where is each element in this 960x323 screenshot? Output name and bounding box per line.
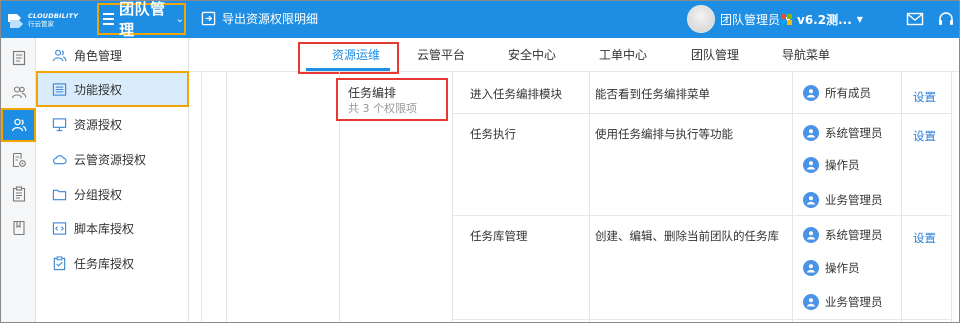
role-user-icon xyxy=(803,157,819,173)
role-name: 业务管理员 xyxy=(825,193,883,207)
sidebar: 角色管理 功能授权 资源授权 云管资源授权 分组授权 脚本库授权 任务库授权 xyxy=(36,38,189,322)
app-window: CLOUDBILITY 行云管家 团队管理 ⌄ 导出资源权限明细 团队管理员 ▼ xyxy=(0,0,960,323)
export-button[interactable]: 导出资源权限明细 xyxy=(201,10,318,27)
role-item: 系统管理员 xyxy=(803,125,883,141)
task-icon xyxy=(53,255,66,270)
role-user-icon xyxy=(803,227,819,243)
settings-doc-icon xyxy=(12,152,26,168)
tab-security[interactable]: 安全中心 xyxy=(492,38,572,72)
headset-icon[interactable] xyxy=(937,11,955,27)
tab-team-mgmt[interactable]: 团队管理 xyxy=(675,38,755,72)
role-name: 系统管理员 xyxy=(825,228,883,242)
sidebar-item-label: 功能授权 xyxy=(74,82,123,97)
rail-clipboard[interactable] xyxy=(1,177,36,211)
role-item: 所有成员 xyxy=(803,85,871,101)
settings-link[interactable]: 设置 xyxy=(913,128,936,144)
role-user-icon xyxy=(803,294,819,310)
icon-rail xyxy=(1,38,36,322)
permission-name: 任务库管理 xyxy=(470,229,528,243)
menu-icon xyxy=(103,13,115,25)
caret-down-icon: ▼ xyxy=(856,15,863,24)
settings-link[interactable]: 设置 xyxy=(913,89,936,105)
sidebar-item-label: 云管资源授权 xyxy=(74,152,147,167)
sidebar-item-group-auth[interactable]: 分组授权 xyxy=(36,177,189,211)
role-item: 系统管理员 xyxy=(803,227,883,243)
settings-link[interactable]: 设置 xyxy=(913,230,936,246)
export-icon xyxy=(201,11,216,26)
list-icon xyxy=(52,82,67,96)
role-item: 业务管理员 xyxy=(803,294,883,310)
export-label: 导出资源权限明细 xyxy=(222,12,319,26)
sidebar-item-cloud-auth[interactable]: 云管资源授权 xyxy=(36,142,189,176)
chevron-down-icon: ⌄ xyxy=(175,13,184,25)
windows-icon xyxy=(781,14,792,25)
role-item: 操作员 xyxy=(803,260,860,276)
cloud-logo-icon xyxy=(8,14,23,28)
rail-people[interactable] xyxy=(1,75,36,109)
sidebar-item-script-auth[interactable]: 脚本库授权 xyxy=(36,211,189,245)
permission-desc: 能否看到任务编排菜单 xyxy=(595,87,710,101)
permission-category[interactable]: 任务编排 共 3 个权限项 xyxy=(336,78,448,121)
version-switcher[interactable]: v6.2测... ▼ xyxy=(781,11,863,28)
logo[interactable]: CLOUDBILITY 行云管家 xyxy=(5,7,93,33)
role-user-icon xyxy=(803,260,819,276)
rail-user-group[interactable] xyxy=(1,108,36,142)
avatar xyxy=(687,5,715,33)
sidebar-item-label: 角色管理 xyxy=(74,48,123,63)
sidebar-item-label: 任务库授权 xyxy=(74,256,135,271)
permission-desc: 使用任务编排与执行等功能 xyxy=(595,127,733,141)
role-name: 操作员 xyxy=(825,158,860,172)
cloud-icon xyxy=(53,154,67,164)
tab-nav-menu[interactable]: 导航菜单 xyxy=(766,38,846,72)
mail-icon[interactable] xyxy=(906,11,924,27)
category-count: 共 3 个权限项 xyxy=(348,102,417,115)
role-name: 所有成员 xyxy=(825,86,871,100)
permission-name: 任务执行 xyxy=(470,127,516,141)
sidebar-item-task-auth[interactable]: 任务库授权 xyxy=(36,246,189,280)
doc-icon xyxy=(12,50,25,66)
rail-book[interactable] xyxy=(1,211,36,245)
top-bar: CLOUDBILITY 行云管家 团队管理 ⌄ 导出资源权限明细 团队管理员 ▼ xyxy=(1,1,959,39)
category-name: 任务编排 xyxy=(348,86,397,100)
sidebar-item-label: 资源授权 xyxy=(74,117,123,132)
sidebar-item-resource-auth[interactable]: 资源授权 xyxy=(36,107,189,141)
active-tab-highlight xyxy=(298,42,399,74)
people-icon xyxy=(11,86,26,99)
folder-icon xyxy=(52,189,67,200)
permission-name: 进入任务编排模块 xyxy=(470,87,562,101)
sidebar-item-label: 脚本库授权 xyxy=(74,221,135,236)
role-icon xyxy=(52,49,67,61)
tab-cloud-platform[interactable]: 云管平台 xyxy=(401,38,481,72)
team-label: 团队管理 xyxy=(119,0,166,39)
logo-en: CLOUDBILITY xyxy=(28,11,79,20)
rail-doc[interactable] xyxy=(1,41,36,75)
book-icon xyxy=(12,220,25,236)
role-name: 操作员 xyxy=(825,261,860,275)
sidebar-item-function-auth[interactable]: 功能授权 xyxy=(36,71,189,107)
role-user-icon xyxy=(803,192,819,208)
script-icon xyxy=(52,221,67,235)
role-name: 系统管理员 xyxy=(825,126,883,140)
rail-settings-doc[interactable] xyxy=(1,143,36,177)
team-switcher[interactable]: 团队管理 ⌄ xyxy=(97,1,186,39)
role-user-icon xyxy=(803,85,819,101)
role-name: 业务管理员 xyxy=(825,295,883,309)
version-label: v6.2测... xyxy=(797,13,852,27)
role-user-icon xyxy=(803,125,819,141)
sidebar-item-role[interactable]: 角色管理 xyxy=(36,38,189,72)
role-item: 业务管理员 xyxy=(803,192,883,208)
clipboard-icon xyxy=(12,186,25,202)
logo-cn: 行云管家 xyxy=(28,20,54,28)
tab-ticket[interactable]: 工单中心 xyxy=(583,38,663,72)
permission-desc: 创建、编辑、删除当前团队的任务库 xyxy=(595,229,779,243)
monitor-icon xyxy=(52,117,67,131)
role-item: 操作员 xyxy=(803,157,860,173)
sidebar-item-label: 分组授权 xyxy=(74,187,123,202)
user-group-icon xyxy=(11,118,26,132)
user-menu[interactable]: 团队管理员 ▼ xyxy=(687,5,791,33)
user-name: 团队管理员 xyxy=(720,12,781,27)
